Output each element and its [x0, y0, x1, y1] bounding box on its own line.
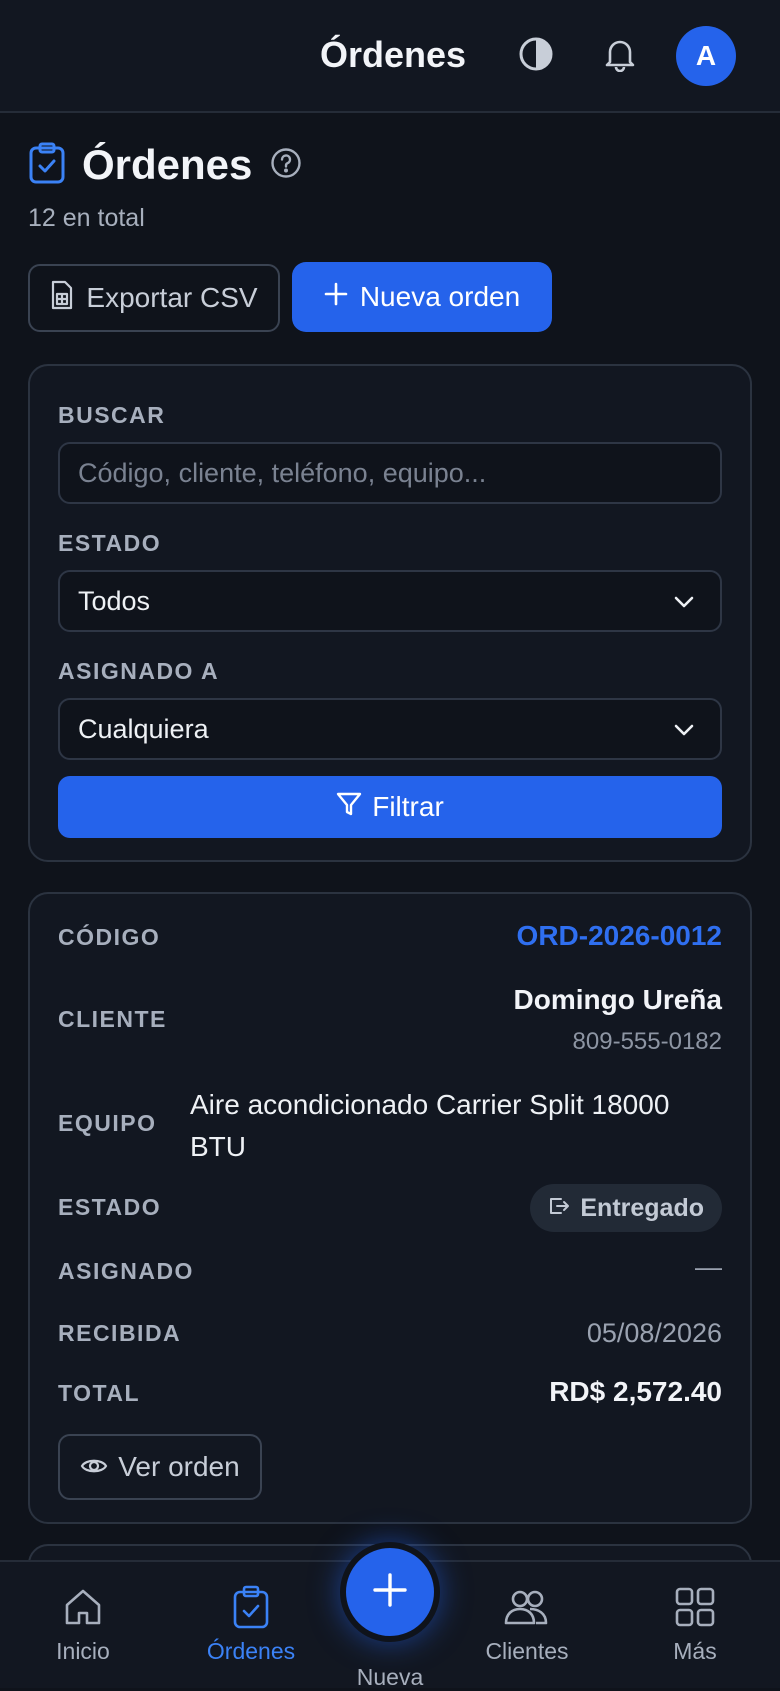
filter-panel: BUSCAR Código, cliente, teléfono, equipo…	[28, 364, 752, 862]
view-order-label: Ver orden	[118, 1451, 240, 1482]
order-card: CÓDIGO ORD-2026-0012 CLIENTE Domingo Ure…	[28, 892, 752, 1524]
total-amount: RD$ 2,572.40	[549, 1376, 722, 1407]
bell-icon[interactable]	[600, 34, 640, 74]
nav-orders-label: Órdenes	[206, 1638, 296, 1664]
clipboard-check-icon	[186, 1582, 316, 1632]
search-label: BUSCAR	[58, 402, 166, 428]
filter-button[interactable]: Filtrar	[58, 776, 722, 838]
new-order-fab[interactable]	[340, 1542, 440, 1642]
nav-more-label: Más	[673, 1638, 717, 1664]
new-order-label: Nueva orden	[359, 281, 521, 312]
assigned-field-label: ASIGNADO	[58, 1258, 194, 1284]
theme-toggle-icon[interactable]	[516, 34, 556, 74]
assigned-label: ASIGNADO A	[58, 658, 220, 684]
client-label: CLIENTE	[58, 1006, 167, 1032]
chevron-down-icon	[672, 718, 696, 749]
equipment-value: Aire acondicionado Carrier Split 18000 B…	[190, 1089, 670, 1162]
grid-icon	[630, 1582, 760, 1632]
page-title: Órdenes	[82, 141, 253, 188]
users-icon	[462, 1582, 592, 1632]
delivered-icon	[548, 1194, 570, 1223]
filter-button-label: Filtrar	[372, 791, 444, 822]
nav-home[interactable]: Inicio	[18, 1582, 148, 1665]
order-code-link[interactable]: ORD-2026-0012	[517, 920, 722, 952]
top-app-bar: Órdenes A	[0, 0, 780, 113]
total-label: TOTAL	[58, 1380, 141, 1406]
nav-orders[interactable]: Órdenes	[186, 1582, 316, 1665]
status-label: ESTADO	[58, 530, 162, 556]
nav-more[interactable]: Más	[630, 1582, 760, 1665]
nav-clients-label: Clientes	[485, 1638, 569, 1664]
nav-new-label: Nueva	[356, 1664, 424, 1690]
chevron-down-icon	[672, 590, 696, 621]
avatar[interactable]: A	[676, 26, 736, 86]
clipboard-check-icon	[28, 142, 66, 189]
status-badge-label: Entregado	[580, 1193, 704, 1222]
assigned-value: —	[695, 1252, 722, 1282]
new-order-button[interactable]: Nueva orden	[292, 262, 552, 332]
status-field-label: ESTADO	[58, 1194, 162, 1220]
assigned-select-value: Cualquiera	[78, 713, 209, 744]
topbar-title: Órdenes	[320, 34, 467, 75]
status-select[interactable]: Todos	[58, 570, 722, 632]
help-icon[interactable]	[270, 147, 302, 184]
eye-icon	[80, 1451, 108, 1483]
status-select-value: Todos	[78, 585, 151, 616]
plus-icon	[372, 1572, 408, 1613]
home-icon	[18, 1582, 148, 1632]
nav-clients[interactable]: Clientes	[462, 1582, 592, 1665]
client-name: Domingo Ureña	[513, 984, 722, 1015]
spreadsheet-icon	[50, 280, 74, 317]
export-csv-label: Exportar CSV	[86, 282, 258, 313]
client-phone: 809-555-0182	[572, 1028, 722, 1055]
view-order-button[interactable]: Ver orden	[58, 1434, 262, 1500]
plus-icon	[324, 281, 348, 313]
status-badge: Entregado	[530, 1184, 722, 1232]
order-count: 12 en total	[28, 204, 145, 232]
received-date: 05/08/2026	[586, 1318, 722, 1348]
equipment-label: EQUIPO	[58, 1110, 157, 1136]
received-label: RECIBIDA	[58, 1320, 182, 1346]
page-header: Órdenes	[28, 140, 302, 190]
nav-home-label: Inicio	[56, 1638, 110, 1664]
search-input[interactable]: Código, cliente, teléfono, equipo...	[58, 442, 722, 504]
code-label: CÓDIGO	[58, 924, 161, 950]
assigned-select[interactable]: Cualquiera	[58, 698, 722, 760]
funnel-icon	[336, 791, 362, 824]
export-csv-button[interactable]: Exportar CSV	[28, 264, 280, 332]
